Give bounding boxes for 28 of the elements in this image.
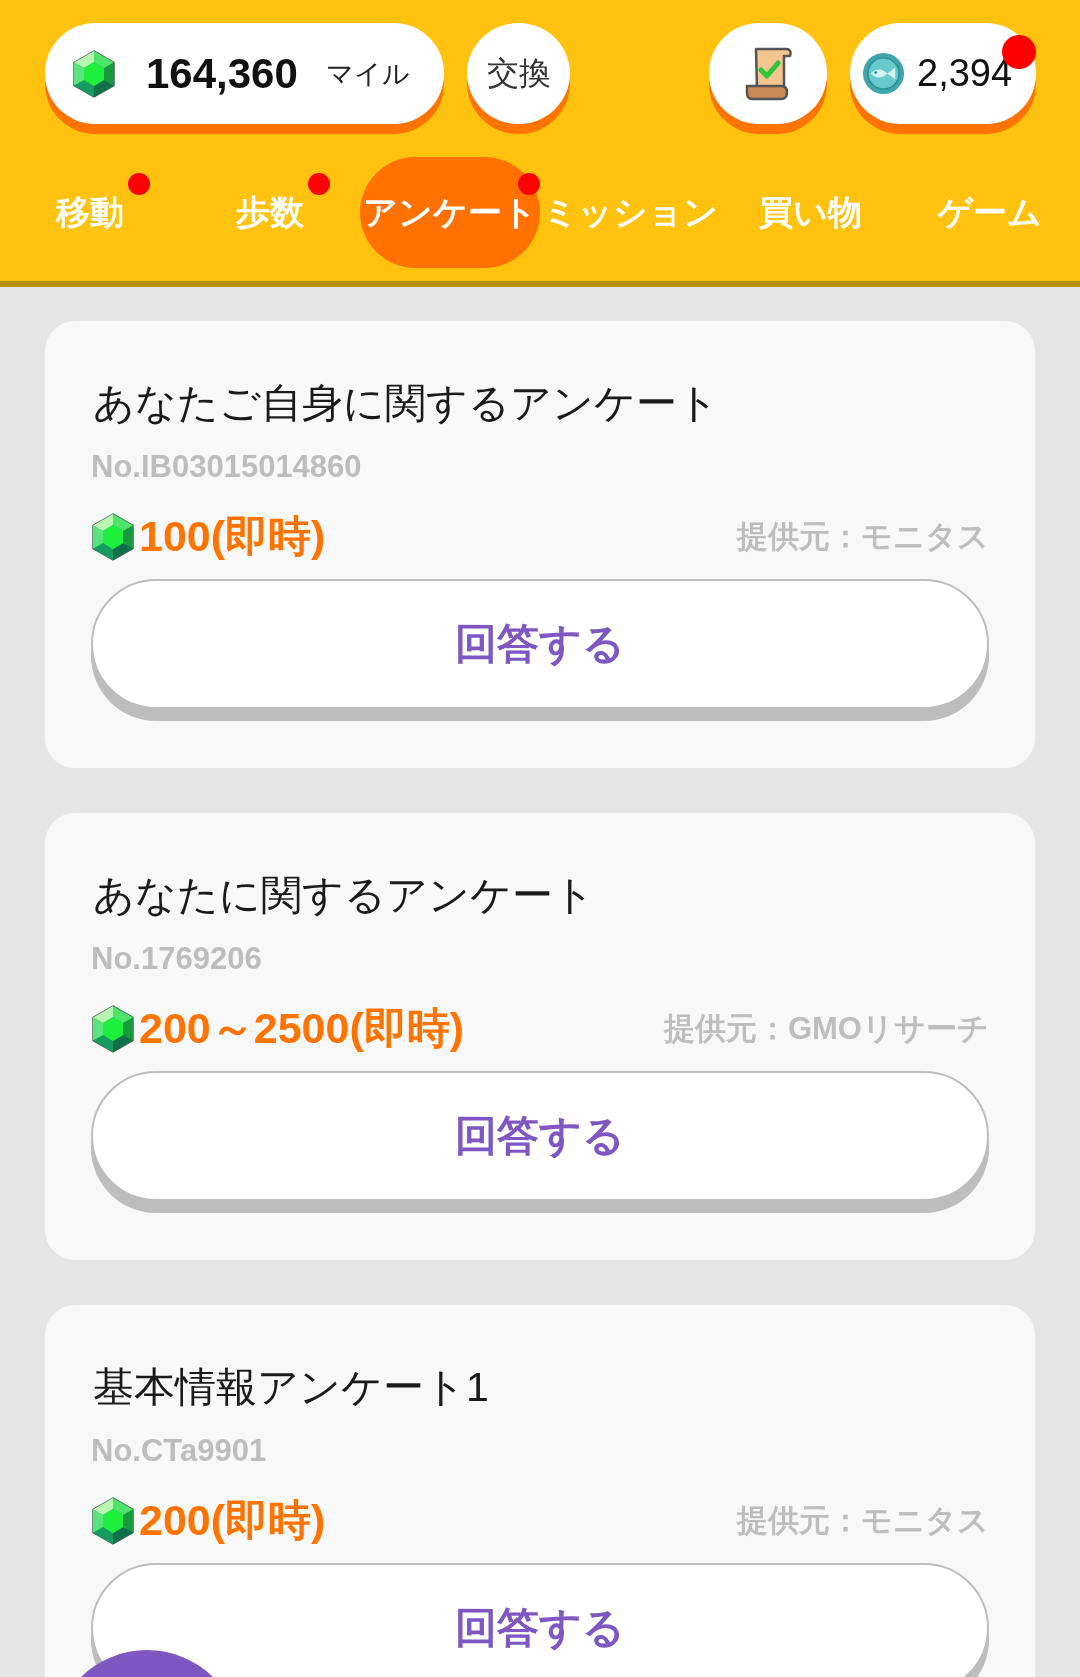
fish-coin-icon (862, 52, 905, 95)
survey-number: No.IB03015014860 (91, 448, 363, 486)
miles-value: 164,360 (146, 49, 298, 98)
survey-title: あなたに関するアンケート (92, 871, 596, 920)
tab[interactable]: アンケート (360, 157, 540, 268)
reward-amount: 200～2500(即時) (139, 1003, 465, 1054)
tab[interactable]: 移動 (0, 157, 180, 268)
survey-title: あなたご自身に関するアンケート (92, 379, 720, 428)
provider-label: 提供元：GMOリサーチ (663, 1010, 989, 1048)
gem-icon (72, 49, 116, 98)
answer-button[interactable]: 回答する (91, 1563, 989, 1677)
floating-action-button[interactable] (80, 1650, 214, 1677)
gem-icon (91, 1497, 135, 1545)
survey-title: 基本情報アンケート1 (92, 1363, 490, 1412)
survey-number: No.CTa9901 (91, 1432, 268, 1470)
tab[interactable]: 歩数 (180, 157, 360, 268)
gem-icon (91, 513, 135, 561)
reward-amount: 100(即時) (139, 511, 326, 562)
provider-label: 提供元：モニタス (737, 1502, 989, 1540)
gem-icon (91, 1005, 135, 1053)
scroll-check-icon (743, 45, 793, 102)
reward-amount: 200(即時) (139, 1495, 326, 1546)
provider-label: 提供元：モニタス (737, 518, 989, 556)
miles-unit: マイル (325, 57, 410, 91)
tab[interactable]: ミッション (540, 157, 720, 268)
survey-number: No.1769206 (91, 940, 263, 978)
tab[interactable]: ゲーム (900, 157, 1080, 268)
tab[interactable]: 買い物 (720, 157, 900, 268)
